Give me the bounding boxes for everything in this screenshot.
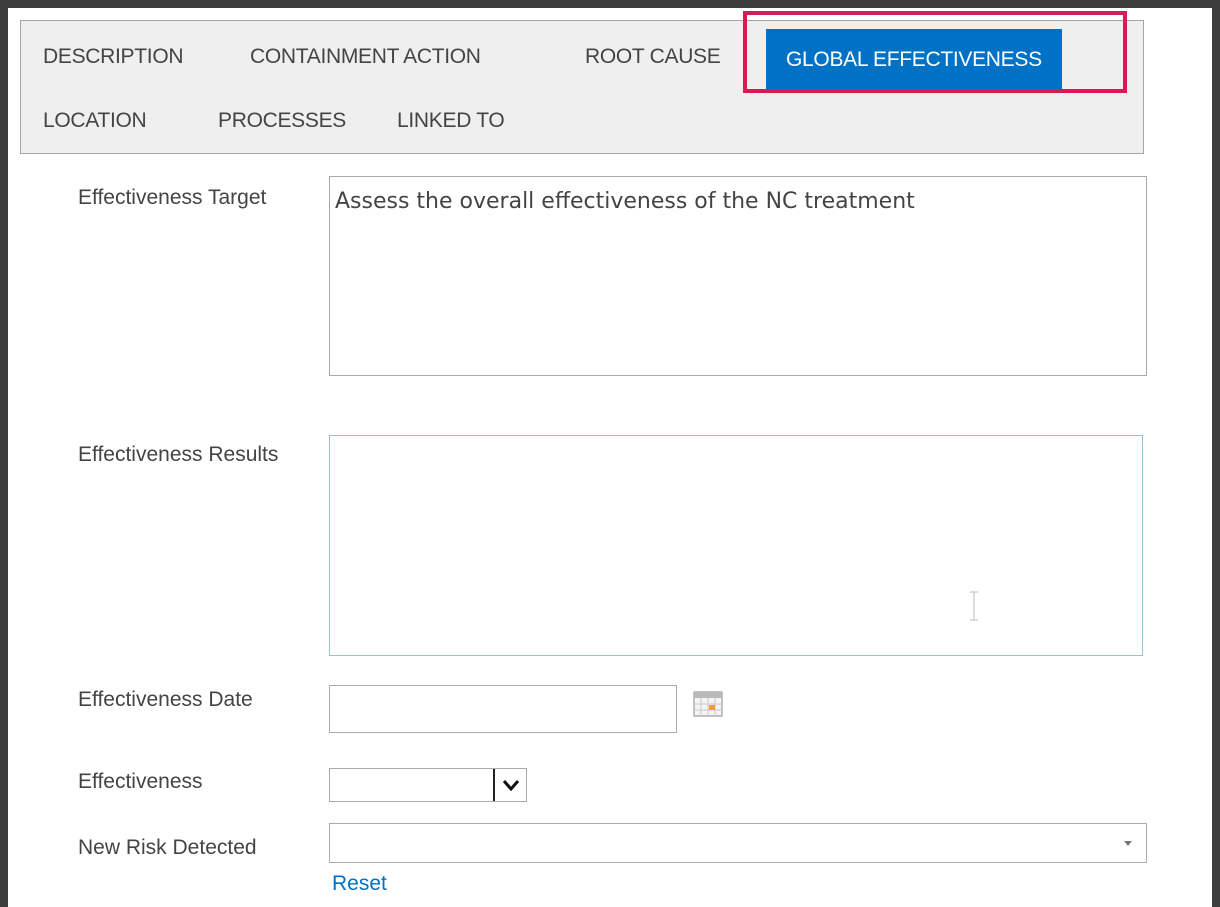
- page: DESCRIPTION CONTAINMENT ACTION ROOT CAUS…: [8, 8, 1212, 907]
- effectiveness-label: Effectiveness: [78, 770, 203, 793]
- effectiveness-date-input[interactable]: [329, 685, 677, 733]
- effectiveness-select[interactable]: [329, 768, 527, 802]
- calendar-icon[interactable]: [693, 691, 723, 717]
- effectiveness-target-label: Effectiveness Target: [78, 186, 267, 209]
- effectiveness-target-textarea[interactable]: Assess the overall effectiveness of the …: [329, 176, 1147, 376]
- chevron-down-icon[interactable]: [493, 769, 526, 801]
- tab-description[interactable]: DESCRIPTION: [43, 45, 184, 69]
- effectiveness-results-label: Effectiveness Results: [78, 443, 279, 466]
- text-cursor-icon: [968, 591, 980, 621]
- tab-containment-action[interactable]: CONTAINMENT ACTION: [250, 45, 481, 69]
- effectiveness-results-textarea[interactable]: [329, 435, 1143, 656]
- new-risk-detected-combobox[interactable]: [329, 823, 1147, 863]
- effectiveness-date-label: Effectiveness Date: [78, 688, 253, 711]
- tab-processes[interactable]: PROCESSES: [218, 109, 346, 133]
- tab-bar: DESCRIPTION CONTAINMENT ACTION ROOT CAUS…: [20, 20, 1144, 154]
- reset-link[interactable]: Reset: [332, 872, 387, 896]
- tab-linked-to[interactable]: LINKED TO: [397, 109, 505, 133]
- caret-down-icon[interactable]: [1124, 841, 1132, 846]
- tab-global-effectiveness[interactable]: GLOBAL EFFECTIVENESS: [766, 29, 1062, 91]
- tab-root-cause[interactable]: ROOT CAUSE: [585, 45, 721, 69]
- tab-location[interactable]: LOCATION: [43, 109, 147, 133]
- new-risk-detected-label: New Risk Detected: [78, 836, 257, 859]
